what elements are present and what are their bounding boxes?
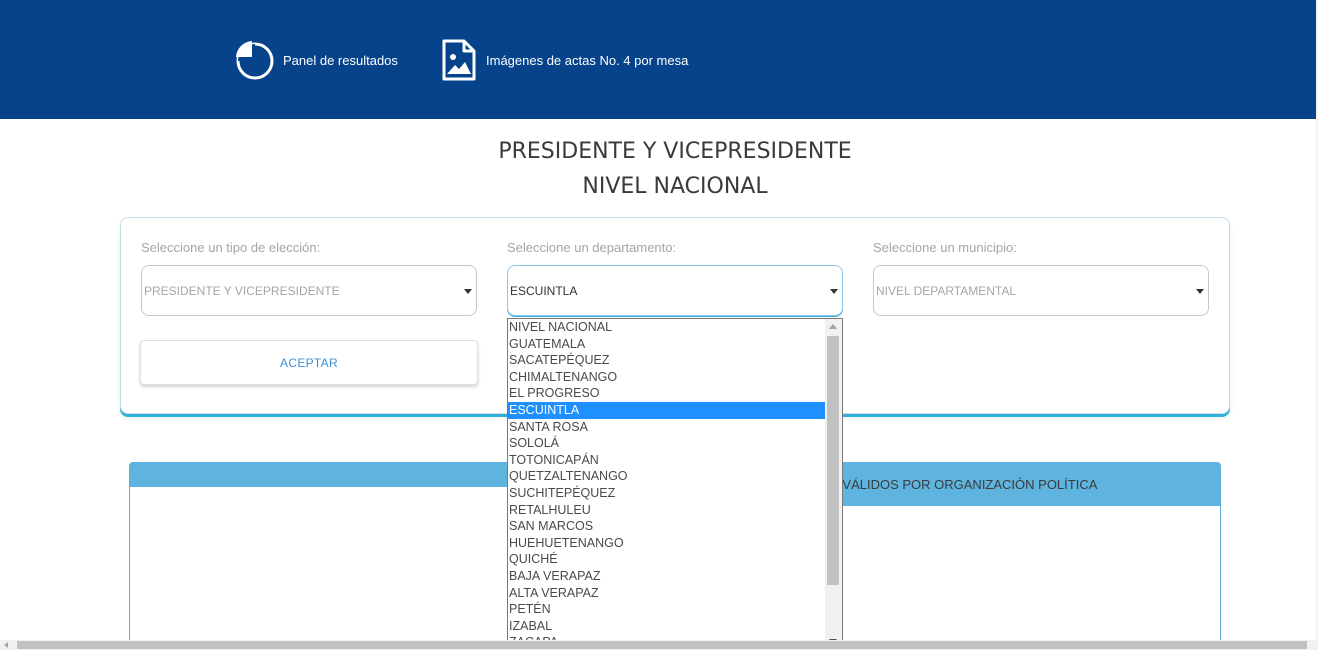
nav-results-panel[interactable]: Panel de resultados: [233, 38, 398, 82]
pie-chart-icon: [233, 38, 277, 82]
page: Panel de resultados Imágenes de actas No…: [0, 0, 1318, 650]
election-type-label: Seleccione un tipo de elección:: [141, 240, 321, 255]
scroll-up-arrow-icon[interactable]: [829, 324, 837, 329]
dropdown-options: NIVEL NACIONAL GUATEMALA SACATEPÉQUEZ CHIMA…: [508, 319, 842, 649]
department-dropdown-list[interactable]: NIVEL NACIONAL GUATEMALA SACATEPÉQUEZ CHIMA…: [507, 318, 843, 650]
dropdown-option[interactable]: PETÉN: [508, 601, 826, 618]
dropdown-option[interactable]: ESCUINTLA: [508, 401, 826, 419]
page-horizontal-scrollbar[interactable]: [0, 640, 1318, 650]
dropdown-option[interactable]: SAN MARCOS: [508, 518, 826, 535]
image-file-icon: [436, 38, 480, 82]
dropdown-option[interactable]: SACATEPÉQUEZ: [508, 352, 826, 369]
dropdown-option[interactable]: SANTA ROSA: [508, 419, 826, 436]
top-navbar: Panel de resultados Imágenes de actas No…: [0, 0, 1316, 119]
results-panel-title: OS VÁLIDOS POR ORGANIZACIÓN POLÍTICA: [820, 477, 1098, 492]
accept-button[interactable]: ACEPTAR: [140, 340, 478, 385]
dropdown-scroll-thumb[interactable]: [827, 336, 839, 585]
municipality-select[interactable]: NIVEL DEPARTAMENTAL: [873, 265, 1209, 316]
dropdown-option[interactable]: EL PROGRESO: [508, 385, 826, 402]
dropdown-scrollbar[interactable]: [825, 319, 842, 649]
page-subtitle: NIVEL NACIONAL: [582, 174, 768, 199]
election-type-select[interactable]: PRESIDENTE Y VICEPRESIDENTE: [141, 265, 477, 316]
dropdown-option[interactable]: CHIMALTENANGO: [508, 369, 826, 386]
results-header-tab: [130, 487, 510, 506]
chevron-down-icon: [464, 289, 472, 294]
nav-results-label: Panel de resultados: [283, 52, 398, 68]
horizontal-scroll-thumb[interactable]: [17, 641, 1307, 649]
municipality-value: NIVEL DEPARTAMENTAL: [876, 283, 1017, 298]
dropdown-option[interactable]: SUCHITEPÉQUEZ: [508, 485, 826, 502]
dropdown-option[interactable]: BAJA VERAPAZ: [508, 568, 826, 585]
municipality-label: Seleccione un municipio:: [873, 240, 1017, 255]
department-label: Seleccione un departamento:: [507, 240, 677, 255]
chevron-down-icon: [1196, 289, 1204, 294]
department-select[interactable]: ESCUINTLA: [507, 265, 843, 316]
dropdown-option[interactable]: QUICHÉ: [508, 551, 826, 568]
dropdown-option[interactable]: TOTONICAPÁN: [508, 452, 826, 469]
page-title: PRESIDENTE Y VICEPRESIDENTE: [498, 139, 852, 164]
dropdown-option[interactable]: ALTA VERAPAZ: [508, 585, 826, 602]
dropdown-option[interactable]: IZABAL: [508, 618, 826, 635]
scroll-left-arrow-icon[interactable]: [4, 642, 8, 648]
dropdown-option[interactable]: RETALHULEU: [508, 502, 826, 519]
dropdown-option[interactable]: HUEHUETENANGO: [508, 535, 826, 552]
dropdown-option[interactable]: SOLOLÁ: [508, 435, 826, 452]
election-type-value: PRESIDENTE Y VICEPRESIDENTE: [144, 283, 340, 298]
dropdown-option[interactable]: NIVEL NACIONAL: [508, 319, 826, 336]
dropdown-option[interactable]: QUETZALTENANGO: [508, 468, 826, 485]
dropdown-option[interactable]: GUATEMALA: [508, 336, 826, 353]
chevron-down-icon: [830, 289, 838, 294]
nav-images-label: Imágenes de actas No. 4 por mesa: [486, 52, 689, 68]
department-value: ESCUINTLA: [510, 283, 578, 298]
nav-act-images[interactable]: Imágenes de actas No. 4 por mesa: [436, 38, 688, 82]
